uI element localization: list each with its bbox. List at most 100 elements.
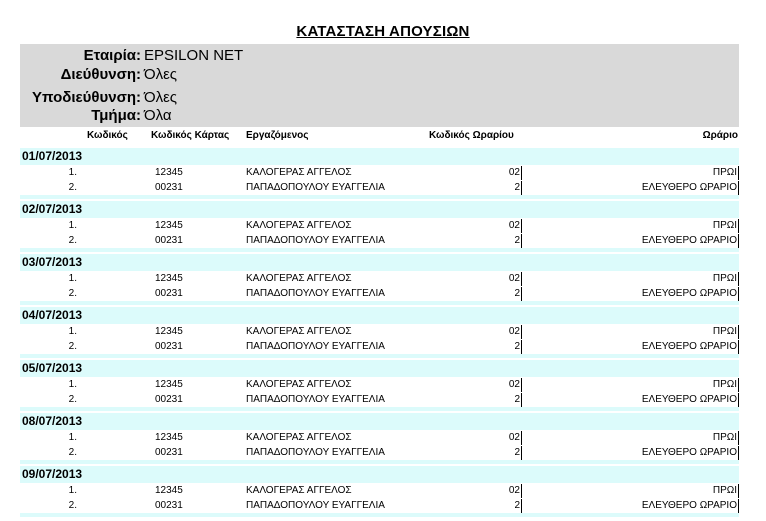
schedule-code-cell: 2 [514,235,520,246]
schedule-code-cell: 02 [508,432,520,443]
date-header: 03/07/2013 [20,254,739,271]
cell-divider [738,499,739,513]
date-group: 05/07/2013 1. 12345 ΚΑΛΟΓΕΡΑΣ ΑΓΓΕΛΟΣ 02 ΠΡΩΙ… [20,360,739,413]
table-row: 1. 12345 ΚΑΛΟΓΕΡΑΣ ΑΓΓΕΛΟΣ 02 ΠΡΩΙ [20,324,739,339]
cell-divider [738,393,739,407]
date-group: 08/07/2013 1. 12345 ΚΑΛΟΓΕΡΑΣ ΑΓΓΕΛΟΣ 02 ΠΡΩΙ… [20,413,739,466]
cell-divider [738,219,739,233]
table-row: 1. 12345 ΚΑΛΟΓΕΡΑΣ ΑΓΓΕΛΟΣ 02 ΠΡΩΙ [20,271,739,286]
row-index: 1. [68,167,77,178]
cell-divider [738,431,739,445]
cell-divider [738,446,739,460]
employee-name-cell: ΚΑΛΟΓΕΡΑΣ ΑΓΓΕΛΟΣ [246,379,352,390]
cell-divider [738,340,739,354]
department-value: Όλα [144,107,172,124]
schedule-code-cell: 02 [508,220,520,231]
table-row: 1. 12345 ΚΑΛΟΓΕΡΑΣ ΑΓΓΕΛΟΣ 02 ΠΡΩΙ [20,377,739,392]
employee-name-cell: ΚΑΛΟΓΕΡΑΣ ΑΓΓΕΛΟΣ [246,273,352,284]
row-index: 2. [68,182,77,193]
cell-divider [738,484,739,498]
division-row: Διεύθυνση: Όλες [20,65,739,85]
schedule-cell: ΕΛΕΥΘΕΡΟ ΩΡΑΡΙΟ [641,235,737,246]
cell-divider [738,325,739,339]
date-header: 02/07/2013 [20,201,739,218]
date-header: 01/07/2013 [20,148,739,165]
card-code-cell: 12345 [155,432,183,443]
table-row: 1. 12345 ΚΑΛΟΓΕΡΑΣ ΑΓΓΕΛΟΣ 02 ΠΡΩΙ [20,483,739,498]
card-code-cell: 00231 [155,182,183,193]
department-label: Τμήμα: [91,107,141,124]
schedule-cell: ΠΡΩΙ [712,432,737,443]
card-code-cell: 12345 [155,485,183,496]
schedule-cell: ΠΡΩΙ [712,485,737,496]
row-index: 2. [68,447,77,458]
card-code-cell: 12345 [155,326,183,337]
table-row: 2. 00231 ΠΑΠΑΔΟΠΟΥΛΟΥ ΕΥΑΓΓΕΛΙΑ 2 ΕΛΕΥΘΕΡΟ Ω… [20,339,739,354]
subdivision-label: Υποδιεύθυνση: [32,89,141,106]
row-index: 1. [68,379,77,390]
schedule-cell: ΠΡΩΙ [712,220,737,231]
cell-divider [521,446,522,460]
column-header-schedule: Ωράριο [702,130,738,141]
schedule-code-cell: 2 [514,447,520,458]
cell-divider [521,287,522,301]
report-title: ΚΑΤΑΣΤΑΣΗ ΑΠΟΥΣΙΩΝ [296,23,470,40]
row-index: 2. [68,394,77,405]
employee-name-cell: ΚΑΛΟΓΕΡΑΣ ΑΓΓΕΛΟΣ [246,220,352,231]
schedule-cell: ΕΛΕΥΘΕΡΟ ΩΡΑΡΙΟ [641,394,737,405]
schedule-code-cell: 02 [508,379,520,390]
schedule-code-cell: 02 [508,167,520,178]
subdivision-value: Όλες [144,89,178,106]
schedule-code-cell: 02 [508,485,520,496]
subdivision-row: Υποδιεύθυνση: Όλες [20,88,739,108]
employee-name-cell: ΠΑΠΑΔΟΠΟΥΛΟΥ ΕΥΑΓΓΕΛΙΑ [246,341,385,352]
table-row: 2. 00231 ΠΑΠΑΔΟΠΟΥΛΟΥ ΕΥΑΓΓΕΛΙΑ 2 ΕΛΕΥΘΕΡΟ Ω… [20,286,739,301]
date-group: 04/07/2013 1. 12345 ΚΑΛΟΓΕΡΑΣ ΑΓΓΕΛΟΣ 02 ΠΡΩΙ… [20,307,739,360]
card-code-cell: 00231 [155,341,183,352]
date-header: 09/07/2013 [20,466,739,483]
row-index: 2. [68,288,77,299]
cell-divider [738,378,739,392]
card-code-cell: 00231 [155,447,183,458]
date-group: 02/07/2013 1. 12345 ΚΑΛΟΓΕΡΑΣ ΑΓΓΕΛΟΣ 02 ΠΡΩΙ… [20,201,739,254]
schedule-cell: ΠΡΩΙ [712,379,737,390]
cell-divider [521,484,522,498]
date-group: 01/07/2013 1. 12345 ΚΑΛΟΓΕΡΑΣ ΑΓΓΕΛΟΣ 02 ΠΡΩΙ… [20,148,739,201]
row-index: 1. [68,273,77,284]
cell-divider [521,272,522,286]
table-row: 2. 00231 ΠΑΠΑΔΟΠΟΥΛΟΥ ΕΥΑΓΓΕΛΙΑ 2 ΕΛΕΥΘΕΡΟ Ω… [20,392,739,407]
cell-divider [738,234,739,248]
date-group: 09/07/2013 1. 12345 ΚΑΛΟΓΕΡΑΣ ΑΓΓΕΛΟΣ 02 ΠΡΩΙ… [20,466,739,519]
cell-divider [521,181,522,195]
employee-name-cell: ΚΑΛΟΓΕΡΑΣ ΑΓΓΕΛΟΣ [246,167,352,178]
cell-divider [521,166,522,180]
card-code-cell: 00231 [155,288,183,299]
card-code-cell: 12345 [155,220,183,231]
schedule-cell: ΕΛΕΥΘΕΡΟ ΩΡΑΡΙΟ [641,500,737,511]
row-index: 1. [68,432,77,443]
table-row: 2. 00231 ΠΑΠΑΔΟΠΟΥΛΟΥ ΕΥΑΓΓΕΛΙΑ 2 ΕΛΕΥΘΕΡΟ Ω… [20,233,739,248]
table-row: 1. 12345 ΚΑΛΟΓΕΡΑΣ ΑΓΓΕΛΟΣ 02 ΠΡΩΙ [20,218,739,233]
row-index: 2. [68,235,77,246]
group-separator [20,460,739,464]
card-code-cell: 12345 [155,379,183,390]
table-row: 2. 00231 ΠΑΠΑΔΟΠΟΥΛΟΥ ΕΥΑΓΓΕΛΙΑ 2 ΕΛΕΥΘΕΡΟ Ω… [20,445,739,460]
schedule-code-cell: 02 [508,273,520,284]
cell-divider [738,287,739,301]
schedule-code-cell: 2 [514,500,520,511]
employee-name-cell: ΠΑΠΑΔΟΠΟΥΛΟΥ ΕΥΑΓΓΕΛΙΑ [246,500,385,511]
cell-divider [521,378,522,392]
cell-divider [521,499,522,513]
cell-divider [738,272,739,286]
employee-name-cell: ΚΑΛΟΓΕΡΑΣ ΑΓΓΕΛΟΣ [246,326,352,337]
schedule-cell: ΕΛΕΥΘΕΡΟ ΩΡΑΡΙΟ [641,447,737,458]
filter-header: Εταιρία: EPSILON NET Διεύθυνση: Όλες Υπο… [20,44,739,127]
cell-divider [738,181,739,195]
schedule-code-cell: 2 [514,182,520,193]
column-header-card-code: Κωδικός Κάρτας [151,130,230,141]
date-header: 08/07/2013 [20,413,739,430]
cell-divider [521,234,522,248]
company-label: Εταιρία: [83,47,141,64]
group-separator [20,513,739,517]
schedule-cell: ΕΛΕΥΘΕΡΟ ΩΡΑΡΙΟ [641,288,737,299]
